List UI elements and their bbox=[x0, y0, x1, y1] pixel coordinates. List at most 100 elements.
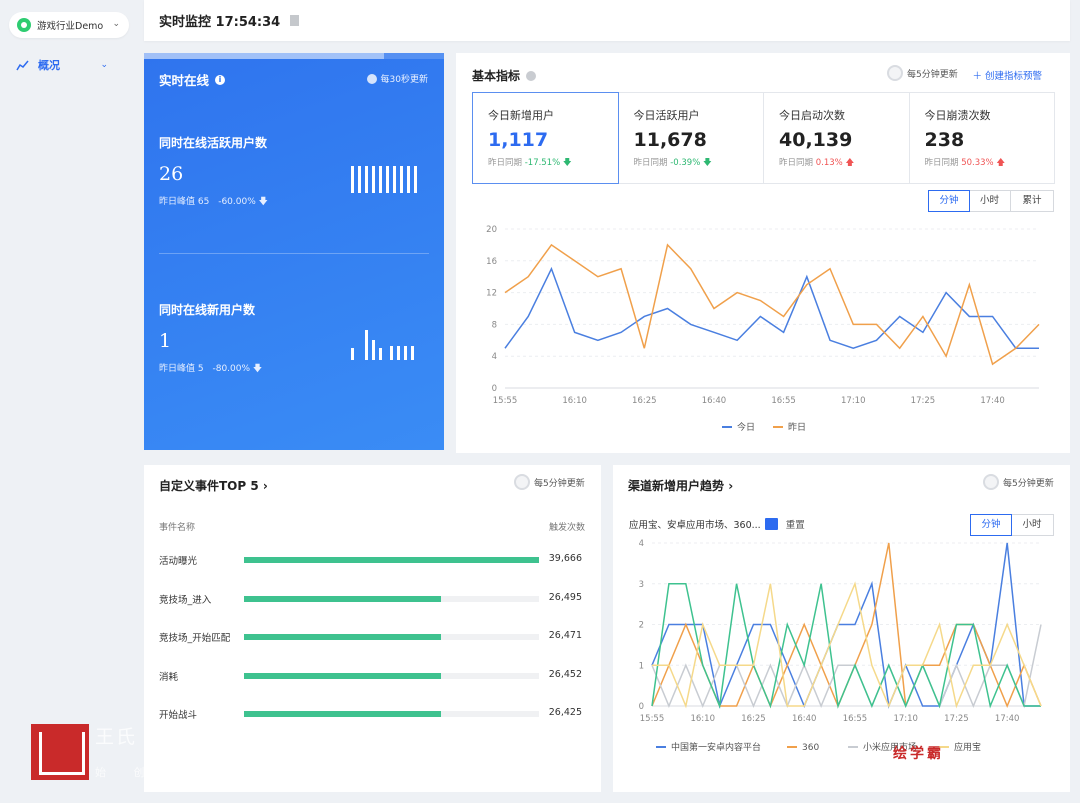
x-tick-label: 16:25 bbox=[741, 714, 766, 724]
table-row[interactable]: 竞技场_进入 26,495 bbox=[144, 591, 601, 607]
table-row[interactable]: 开始战斗 26,425 bbox=[144, 706, 601, 722]
change-text: -60.00% bbox=[218, 197, 256, 207]
kpi-name: 今日新增用户 bbox=[488, 109, 554, 122]
peak-text: 昨日峰值 65 bbox=[159, 197, 210, 207]
panel-title-text: 基本指标 bbox=[472, 69, 521, 83]
event-name: 消耗 bbox=[159, 671, 179, 683]
x-tick-label: 16:40 bbox=[702, 396, 727, 406]
sidebar: 游戏行业Demo ⌄ 概况 ⌄ bbox=[0, 0, 138, 803]
create-alert-text: 创建指标预警 bbox=[984, 71, 1042, 82]
refresh-indicator: 每5分钟更新 bbox=[887, 65, 958, 81]
kpi-card-new-users[interactable]: 今日新增用户 1,117 昨日同期 -17.51% 🡇 bbox=[472, 92, 619, 184]
kpi-cards: 今日新增用户 1,117 昨日同期 -17.51% 🡇 今日活跃用户 11,67… bbox=[472, 92, 1055, 184]
panel-title[interactable]: 自定义事件TOP 5 › bbox=[159, 477, 268, 494]
panel-title: 基本指标 bbox=[472, 67, 537, 84]
table-row[interactable]: 消耗 26,452 bbox=[144, 668, 601, 684]
chevron-right-icon: › bbox=[262, 479, 268, 493]
kpi-change: -17.51% 🡇 bbox=[524, 158, 572, 168]
granularity-cumulative[interactable]: 累计 bbox=[1011, 191, 1053, 211]
channel-selector[interactable]: 应用宝、安卓应用市场、360... 重置 bbox=[629, 517, 805, 531]
refresh-indicator: 每5分钟更新 bbox=[983, 474, 1054, 490]
active-users-peak: 昨日峰值 65 -60.00% 🡇 bbox=[159, 194, 268, 210]
y-tick-label: 12 bbox=[486, 289, 497, 299]
compare-label: 昨日同期 bbox=[924, 158, 959, 168]
compare-label: 昨日同期 bbox=[488, 158, 523, 168]
page-title: 实时监控 17:54:34 bbox=[159, 15, 281, 30]
granularity-hour[interactable]: 小时 bbox=[1011, 515, 1053, 535]
kpi-value: 11,678 bbox=[633, 129, 707, 151]
reset-button[interactable]: 重置 bbox=[786, 517, 805, 531]
x-tick-label: 16:55 bbox=[771, 396, 796, 406]
info-icon[interactable] bbox=[526, 70, 537, 81]
app-switcher[interactable]: 游戏行业Demo ⌄ bbox=[9, 12, 129, 38]
event-bar bbox=[244, 711, 441, 717]
legend-entry: 360 bbox=[802, 743, 819, 753]
channel-trend-line-chart: 0 1 2 3 4 15:55 16:10 16:25 16:40 16:55 17:10 17:25… bbox=[639, 539, 1042, 753]
granularity-minute[interactable]: 分钟 bbox=[970, 514, 1012, 536]
kpi-compare: 昨日同期 -0.39% 🡇 bbox=[634, 156, 764, 171]
arrow-down-icon: 🡇 bbox=[703, 158, 712, 168]
kpi-change: 0.13% 🡅 bbox=[815, 158, 855, 168]
granularity-minute[interactable]: 分钟 bbox=[928, 190, 970, 212]
watermark-text-2: 始 创 bbox=[95, 766, 157, 779]
y-tick-label: 20 bbox=[486, 225, 497, 235]
x-tick-label: 17:10 bbox=[841, 396, 866, 406]
panel-title-text: 渠道新增用户趋势 bbox=[628, 479, 725, 493]
compare-label: 昨日同期 bbox=[779, 158, 814, 168]
x-tick-label: 15:55 bbox=[640, 714, 665, 724]
top-bar: 实时监控 17:54:34 bbox=[144, 0, 1070, 41]
y-tick-label: 1 bbox=[639, 661, 644, 671]
event-bar-track bbox=[244, 711, 539, 717]
kpi-value: 40,139 bbox=[779, 129, 853, 151]
y-tick-label: 4 bbox=[492, 352, 497, 362]
arrow-up-icon: 🡅 bbox=[845, 158, 855, 168]
kpi-value: 238 bbox=[924, 129, 965, 151]
granularity-toggle: 分钟 小时 bbox=[970, 514, 1054, 536]
document-icon[interactable] bbox=[290, 15, 300, 26]
x-tick-label: 17:40 bbox=[995, 714, 1020, 724]
kpi-compare: 昨日同期 0.13% 🡅 bbox=[779, 156, 909, 171]
refresh-text: 每5分钟更新 bbox=[534, 478, 585, 489]
kpi-card-launches[interactable]: 今日启动次数 40,139 昨日同期 0.13% 🡅 bbox=[764, 93, 910, 183]
peak-text: 昨日峰值 5 bbox=[159, 364, 204, 374]
active-users-label: 同时在线活跃用户数 bbox=[159, 136, 268, 150]
calendar-icon[interactable] bbox=[764, 518, 778, 530]
arrow-up-icon: 🡅 bbox=[996, 158, 1006, 168]
realtime-online-panel: 实时在线 i 每30秒更新 同时在线活跃用户数 26 昨日峰值 65 -60.0… bbox=[144, 53, 444, 450]
active-users-sparkbars bbox=[351, 166, 421, 193]
y-tick-label: 0 bbox=[639, 702, 644, 712]
granularity-toggle: 分钟 小时 累计 bbox=[928, 190, 1054, 212]
table-row[interactable]: 竞技场_开始匹配 26,471 bbox=[144, 629, 601, 645]
active-users-value: 26 bbox=[159, 163, 184, 185]
refresh-text: 每5分钟更新 bbox=[1003, 478, 1054, 489]
sidebar-item-overview[interactable]: 概况 ⌄ bbox=[16, 56, 116, 74]
change-text: -80.00% bbox=[212, 364, 251, 374]
x-tick-label: 15:55 bbox=[493, 396, 518, 406]
y-tick-label: 3 bbox=[639, 580, 644, 590]
granularity-hour[interactable]: 小时 bbox=[969, 191, 1011, 211]
event-name: 活动曝光 bbox=[159, 556, 198, 567]
refresh-indicator: 每5分钟更新 bbox=[514, 474, 585, 490]
refresh-text: 每30秒更新 bbox=[380, 75, 428, 85]
arrow-down-icon: 🡇 bbox=[258, 197, 268, 207]
kpi-card-active-users[interactable]: 今日活跃用户 11,678 昨日同期 -0.39% 🡇 bbox=[619, 93, 764, 183]
legend-entry: 今日 bbox=[737, 421, 755, 433]
plus-icon: ＋ bbox=[972, 71, 982, 82]
panel-title-text: 实时在线 bbox=[159, 73, 210, 88]
table-row[interactable]: 活动曝光 39,666 bbox=[144, 552, 601, 568]
channel-trend-panel: 渠道新增用户趋势 › 每5分钟更新 应用宝、安卓应用市场、360... 重置 分… bbox=[613, 465, 1070, 792]
kpi-card-crashes[interactable]: 今日崩溃次数 238 昨日同期 50.33% 🡅 bbox=[910, 93, 1055, 183]
kpi-value: 1,117 bbox=[488, 129, 549, 151]
event-bar-track bbox=[244, 557, 539, 563]
panel-title[interactable]: 渠道新增用户趋势 › bbox=[628, 477, 733, 494]
event-bar-track bbox=[244, 672, 539, 679]
compare-label: 昨日同期 bbox=[633, 158, 668, 168]
panel-title: 实时在线 i bbox=[159, 70, 226, 89]
y-tick-label: 4 bbox=[639, 539, 644, 549]
y-tick-label: 16 bbox=[486, 257, 497, 267]
legend-entry: 应用宝 bbox=[954, 741, 981, 753]
create-alert-link[interactable]: ＋ 创建指标预警 bbox=[972, 68, 1042, 82]
new-users-value: 1 bbox=[159, 330, 172, 352]
chevron-down-icon: ⌄ bbox=[112, 19, 120, 29]
info-icon[interactable]: i bbox=[215, 74, 226, 85]
